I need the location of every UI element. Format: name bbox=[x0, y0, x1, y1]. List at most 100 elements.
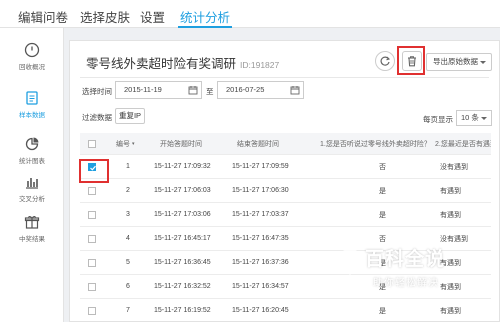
divider bbox=[80, 77, 489, 78]
cell-no: 5 bbox=[126, 259, 130, 266]
time-filter-label: 选择时间 bbox=[82, 87, 112, 96]
end-date-input[interactable]: 2016-07-25 bbox=[217, 81, 304, 99]
start-date-value: 2015-11-19 bbox=[124, 85, 162, 94]
row-select-cell bbox=[88, 203, 96, 226]
select-all-checkbox[interactable] bbox=[88, 139, 96, 148]
row-select-cell bbox=[88, 275, 96, 298]
table-row: 2 15-11-27 17:06:03 15-11-27 17:06:30 是 有遇到 bbox=[80, 179, 491, 203]
sidebar-item-label: 样本数据 bbox=[19, 112, 45, 119]
select-all-cell bbox=[88, 133, 96, 154]
row-checkbox[interactable] bbox=[88, 186, 96, 195]
column-header-q1: 1.您是否听说过零号线外卖超时险？ bbox=[320, 140, 431, 148]
cell-start: 15-11-27 16:45:17 bbox=[154, 235, 211, 242]
header-label: 编号 bbox=[116, 140, 130, 148]
sidebar-item-label: 回收概况 bbox=[19, 64, 45, 71]
refresh-button[interactable] bbox=[375, 51, 395, 71]
page-title: 零号线外卖超时险有奖调研 ID:191827 bbox=[86, 53, 279, 72]
sort-caret-icon: ▾ bbox=[132, 140, 135, 147]
highlight-box-delete bbox=[397, 46, 425, 75]
bar-chart-icon bbox=[26, 178, 38, 189]
watermark-title: 百科全说 bbox=[365, 249, 446, 270]
cell-no: 6 bbox=[126, 283, 130, 290]
chevron-down-icon bbox=[480, 61, 486, 64]
cell-end: 15-11-27 16:20:45 bbox=[232, 307, 289, 314]
cell-no: 4 bbox=[126, 235, 130, 242]
sidebar-item-label: 交叉分析 bbox=[19, 196, 45, 203]
cell-q2: 有遇到 bbox=[440, 307, 461, 315]
cell-q2: 没有遇到 bbox=[440, 163, 468, 171]
tab-statistics[interactable]: 统计分析 bbox=[177, 7, 233, 28]
chevron-down-icon bbox=[481, 117, 487, 120]
row-checkbox[interactable] bbox=[88, 234, 96, 243]
watermark: 百科全说 助你轻松解决 bbox=[335, 244, 485, 300]
cell-end: 15-11-27 17:06:30 bbox=[232, 187, 289, 194]
row-checkbox[interactable] bbox=[88, 282, 96, 291]
survey-title: 零号线外卖超时险有奖调研 bbox=[86, 57, 237, 71]
row-checkbox[interactable] bbox=[88, 258, 96, 267]
pie-chart-icon bbox=[25, 137, 39, 151]
cell-q2: 有遇到 bbox=[440, 187, 461, 195]
cell-no: 7 bbox=[126, 307, 130, 314]
sidebar-item-prize-results[interactable]: 中奖结果 bbox=[0, 214, 64, 258]
cell-start: 15-11-27 16:36:45 bbox=[154, 259, 211, 266]
filter-data-label: 过滤数据 bbox=[82, 113, 112, 122]
calendar-icon bbox=[290, 86, 300, 95]
cell-q1: 是 bbox=[379, 211, 386, 219]
cell-end: 15-11-27 17:09:59 bbox=[232, 163, 289, 170]
watermark-subtitle: 助你轻松解决 bbox=[373, 278, 439, 289]
cell-end: 15-11-27 16:47:35 bbox=[232, 235, 289, 242]
calendar-icon bbox=[188, 86, 198, 95]
row-checkbox[interactable] bbox=[88, 210, 96, 219]
per-page-select[interactable]: 10 条 bbox=[456, 110, 492, 126]
tab-settings[interactable]: 设置 bbox=[140, 7, 165, 26]
cell-start: 15-11-27 16:32:52 bbox=[154, 283, 211, 290]
cell-start: 15-11-27 17:03:06 bbox=[154, 211, 211, 218]
row-checkbox[interactable] bbox=[88, 306, 96, 315]
top-nav: 编辑问卷 选择皮肤 设置 统计分析 bbox=[0, 0, 500, 28]
date-range-separator: 至 bbox=[206, 87, 214, 96]
cell-q2: 有遇到 bbox=[440, 211, 461, 219]
highlight-box-checkbox bbox=[79, 159, 109, 183]
tab-choose-skin[interactable]: 选择皮肤 bbox=[80, 7, 130, 26]
column-header-end-time: 结束答题时间 bbox=[237, 140, 279, 148]
table-header-row: 编号 ▾ 开始答题时间 结束答题时间 1.您是否听说过零号线外卖超时险？ 2.您最… bbox=[80, 133, 491, 155]
sidebar: 回收概况 样本数据 统计图表 交叉分析 中奖结果 bbox=[0, 28, 64, 322]
row-select-cell bbox=[88, 227, 96, 250]
watermark-logo-icon bbox=[339, 247, 361, 275]
column-header-no[interactable]: 编号 ▾ bbox=[116, 133, 135, 154]
start-date-input[interactable]: 2015-11-19 bbox=[115, 81, 202, 99]
table-row: 1 15-11-27 17:09:32 15-11-27 17:09:59 否 没有遇到 bbox=[80, 155, 491, 179]
per-page-value: 10 条 bbox=[461, 113, 479, 122]
tab-edit-survey[interactable]: 编辑问卷 bbox=[18, 7, 68, 26]
sidebar-item-label: 统计图表 bbox=[19, 158, 45, 165]
row-select-cell bbox=[88, 251, 96, 274]
row-select-cell bbox=[88, 299, 96, 322]
column-header-q2: 2.您最近是否有遇到... bbox=[435, 140, 491, 148]
cell-end: 15-11-27 17:03:37 bbox=[232, 211, 289, 218]
sidebar-item-sample-data[interactable]: 样本数据 bbox=[0, 90, 64, 134]
cell-no: 3 bbox=[126, 211, 130, 218]
sidebar-item-cross-analysis[interactable]: 交叉分析 bbox=[0, 174, 64, 218]
cell-end: 15-11-27 16:37:36 bbox=[232, 259, 289, 266]
sidebar-item-label: 中奖结果 bbox=[19, 236, 45, 243]
sidebar-item-overview[interactable]: 回收概况 bbox=[0, 42, 64, 86]
cell-start: 15-11-27 16:19:52 bbox=[154, 307, 211, 314]
table-row: 3 15-11-27 17:03:06 15-11-27 17:03:37 是 有遇到 bbox=[80, 203, 491, 227]
cell-q1: 是 bbox=[379, 307, 386, 315]
export-data-button[interactable]: 导出原始数据 bbox=[426, 53, 492, 71]
clock-icon bbox=[24, 42, 40, 58]
per-page-label: 每页显示 bbox=[423, 115, 453, 124]
cell-start: 15-11-27 17:09:32 bbox=[154, 163, 211, 170]
survey-id: ID:191827 bbox=[240, 60, 280, 70]
table-row: 7 15-11-27 16:19:52 15-11-27 16:20:45 是 有遇到 bbox=[80, 299, 491, 322]
refresh-icon bbox=[380, 56, 391, 66]
cell-start: 15-11-27 17:06:03 bbox=[154, 187, 211, 194]
gift-icon bbox=[24, 216, 40, 229]
duplicate-ip-button[interactable]: 重复IP bbox=[115, 108, 145, 124]
end-date-value: 2016-07-25 bbox=[226, 85, 265, 94]
cell-no: 1 bbox=[126, 163, 130, 170]
cell-q1: 否 bbox=[379, 163, 386, 171]
column-header-start-time: 开始答题时间 bbox=[160, 140, 202, 148]
cell-q1: 是 bbox=[379, 187, 386, 195]
cell-end: 15-11-27 16:34:57 bbox=[232, 283, 289, 290]
